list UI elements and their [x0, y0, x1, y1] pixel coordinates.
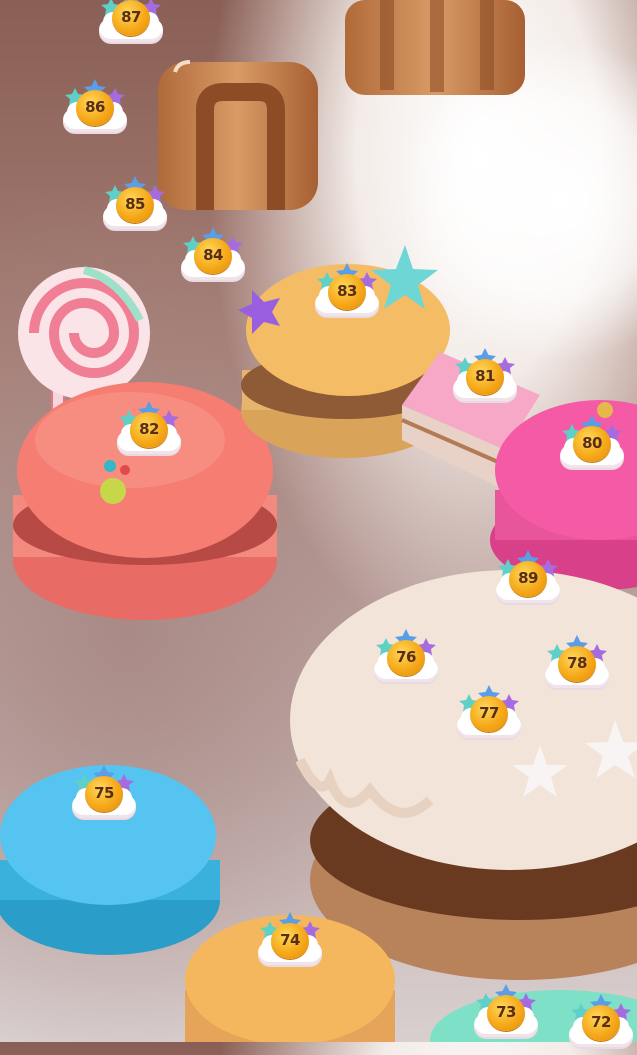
- level-number: 81: [475, 367, 495, 385]
- level-number: 89: [518, 569, 538, 587]
- level-node-75[interactable]: 75: [70, 764, 138, 826]
- level-number: 80: [582, 434, 602, 452]
- caramel-pillar-left: [158, 60, 318, 210]
- level-node-76[interactable]: 76: [372, 628, 440, 690]
- level-node-85[interactable]: 85: [101, 175, 169, 237]
- level-node-74[interactable]: 74: [256, 911, 324, 973]
- level-number: 85: [125, 195, 145, 213]
- level-number: 82: [139, 420, 159, 438]
- level-node-73[interactable]: 73: [472, 983, 540, 1045]
- level-node-87[interactable]: 87: [97, 0, 165, 50]
- level-node-89[interactable]: 89: [494, 549, 562, 611]
- level-node-86[interactable]: 86: [61, 78, 129, 140]
- level-node-84[interactable]: 84: [179, 226, 247, 288]
- level-number: 78: [567, 654, 587, 672]
- level-node-83[interactable]: 83: [313, 262, 381, 324]
- level-number: 76: [396, 648, 416, 666]
- level-node-81[interactable]: 81: [451, 347, 519, 409]
- level-number: 84: [203, 246, 223, 264]
- level-number: 73: [496, 1003, 516, 1021]
- caramel-pillar-right: [345, 0, 525, 95]
- map-scene: [0, 0, 637, 1042]
- level-node-80[interactable]: 80: [558, 414, 626, 476]
- level-number: 87: [121, 8, 141, 26]
- level-number: 86: [85, 98, 105, 116]
- level-number: 77: [479, 704, 499, 722]
- level-node-78[interactable]: 78: [543, 634, 611, 696]
- level-number: 74: [280, 931, 300, 949]
- level-node-72[interactable]: 72: [567, 993, 635, 1055]
- level-number: 72: [591, 1013, 611, 1031]
- level-node-82[interactable]: 82: [115, 400, 183, 462]
- level-number: 83: [337, 282, 357, 300]
- level-number: 75: [94, 784, 114, 802]
- level-node-77[interactable]: 77: [455, 684, 523, 746]
- cream-cake: [290, 570, 637, 980]
